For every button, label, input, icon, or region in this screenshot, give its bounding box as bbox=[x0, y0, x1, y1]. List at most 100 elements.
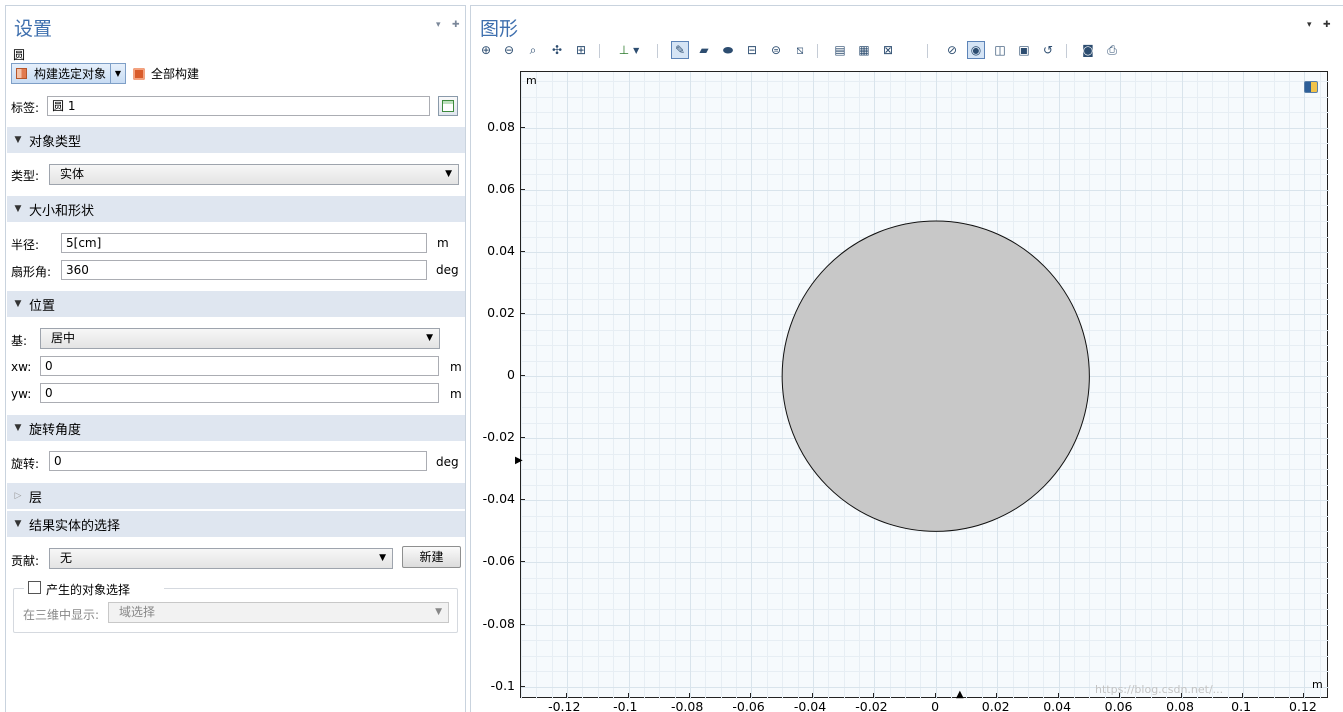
collapse-arrow-icon: ▼ bbox=[14, 135, 22, 145]
y-axis-marker-icon: ▶ bbox=[515, 455, 523, 466]
corner-unit-top: m bbox=[526, 74, 537, 87]
build-all-icon bbox=[133, 67, 145, 80]
pin-icon[interactable]: ✚ bbox=[452, 20, 460, 30]
select-objects-icon[interactable]: ✎ bbox=[671, 41, 689, 59]
x-tick-label: 0.06 bbox=[1104, 699, 1133, 712]
xw-unit: m bbox=[450, 360, 462, 374]
select-domains-icon[interactable]: ▰ bbox=[695, 41, 713, 59]
show-in-3d-label: 在三维中显示: bbox=[23, 608, 100, 622]
section-size-shape[interactable]: ▼ 大小和形状 bbox=[7, 196, 465, 222]
build-geometry-icon[interactable]: ▤ bbox=[831, 41, 849, 59]
base-select-value: 居中 bbox=[51, 331, 76, 345]
y-tick-mark bbox=[520, 313, 525, 315]
clear-selection-icon[interactable]: ⧅ bbox=[791, 41, 809, 59]
yw-unit: m bbox=[450, 387, 462, 401]
section-position[interactable]: ▼ 位置 bbox=[7, 291, 465, 317]
new-button[interactable]: 新建 bbox=[402, 546, 461, 568]
build-selected-button[interactable]: 构建选定对象 ▼ bbox=[11, 63, 126, 84]
build-all-button[interactable]: 全部构建 bbox=[133, 63, 199, 84]
select-boundaries-icon[interactable]: ⬬ bbox=[719, 41, 737, 59]
type-select[interactable]: 实体 ▼ bbox=[49, 164, 459, 185]
zoom-extents-icon[interactable]: ⊞ bbox=[572, 41, 590, 59]
zoom-out-icon[interactable]: ⊖ bbox=[500, 41, 518, 59]
label-field-label: 标签: bbox=[11, 101, 40, 115]
y-tick-label: 0.06 bbox=[487, 180, 515, 196]
panel-menu-icon[interactable]: ▾ bbox=[1307, 20, 1312, 30]
build-selected-icon bbox=[16, 68, 27, 79]
transparency-icon[interactable]: ▣ bbox=[1015, 41, 1033, 59]
xw-input[interactable]: 0 bbox=[40, 356, 439, 376]
base-select[interactable]: 居中 ▼ bbox=[40, 328, 440, 349]
chevron-down-icon: ▼ bbox=[445, 169, 452, 179]
y-tick-mark bbox=[520, 561, 525, 563]
geometry-canvas[interactable] bbox=[520, 71, 1329, 699]
object-name: 圆 bbox=[13, 48, 26, 62]
radius-input[interactable]: 5[cm] bbox=[61, 233, 427, 253]
contribute-label: 贡献: bbox=[11, 554, 40, 568]
camera-icon[interactable]: ◙ bbox=[1079, 41, 1097, 59]
comment-icon[interactable] bbox=[438, 96, 458, 116]
view-box-icon[interactable] bbox=[1304, 81, 1318, 93]
type-select-value: 实体 bbox=[60, 167, 85, 181]
x-tick-mark bbox=[996, 693, 998, 698]
x-tick-mark bbox=[566, 693, 568, 698]
y-tick-mark bbox=[520, 188, 525, 190]
y-tick-mark bbox=[520, 623, 525, 625]
section-object-type-title: 对象类型 bbox=[29, 134, 82, 150]
section-result-selection[interactable]: ▼ 结果实体的选择 bbox=[7, 511, 465, 537]
contribute-select[interactable]: 无 ▼ bbox=[49, 548, 393, 569]
y-tick-mark bbox=[520, 437, 525, 439]
zoom-selected-icon[interactable]: ✣ bbox=[548, 41, 566, 59]
corner-unit-bottom: m bbox=[1312, 678, 1323, 691]
label-input[interactable]: 圆 1 bbox=[47, 96, 430, 116]
settings-title: 设置 bbox=[14, 18, 53, 40]
panel-menu-icon[interactable]: ▾ bbox=[436, 20, 441, 30]
build-all-label: 全部构建 bbox=[151, 67, 200, 81]
sector-angle-input[interactable]: 360 bbox=[61, 260, 427, 280]
rotation-label: 旋转: bbox=[11, 457, 40, 471]
zoom-in-icon[interactable]: ⊕ bbox=[477, 41, 495, 59]
y-tick-label: 0 bbox=[507, 367, 515, 383]
section-layers[interactable]: ▷ 层 bbox=[7, 483, 465, 509]
watermark: https://blog.csdn.net/... bbox=[1095, 683, 1224, 696]
section-result-selection-title: 结果实体的选择 bbox=[29, 518, 121, 534]
sector-angle-unit: deg bbox=[436, 263, 459, 277]
y-tick-label: -0.02 bbox=[482, 429, 515, 445]
x-tick-label: -0.04 bbox=[793, 699, 827, 712]
section-rotation-angle[interactable]: ▼ 旋转角度 bbox=[7, 415, 465, 441]
zoom-box-icon[interactable]: ⌕ bbox=[524, 41, 542, 59]
axis-orientation-icon[interactable]: ⊥ ▼ bbox=[611, 41, 647, 59]
reset-view-icon[interactable]: ↺ bbox=[1039, 41, 1057, 59]
x-tick-mark bbox=[1241, 693, 1243, 698]
x-tick-mark bbox=[1180, 693, 1182, 698]
section-object-type[interactable]: ▼ 对象类型 bbox=[7, 127, 465, 153]
measure-icon[interactable]: ⊠ bbox=[879, 41, 897, 59]
delete-icon[interactable]: ▦ bbox=[855, 41, 873, 59]
section-rotation-title: 旋转角度 bbox=[29, 422, 82, 438]
graphics-title: 图形 bbox=[480, 18, 519, 40]
x-axis-marker-icon: ▲ bbox=[956, 689, 964, 700]
toolbar-separator bbox=[1066, 44, 1067, 58]
yw-input[interactable]: 0 bbox=[40, 383, 439, 403]
chevron-down-icon[interactable]: ▼ bbox=[110, 64, 125, 83]
x-tick-mark bbox=[1119, 693, 1121, 698]
resulting-selection-checkbox[interactable] bbox=[28, 581, 41, 594]
collapse-arrow-icon: ▼ bbox=[14, 519, 22, 529]
section-layers-title: 层 bbox=[29, 490, 43, 506]
x-tick-mark bbox=[1303, 693, 1305, 698]
y-tick-mark bbox=[520, 251, 525, 253]
show-in-3d-select[interactable]: 域选择 ▼ bbox=[108, 602, 449, 623]
y-tick-mark bbox=[520, 126, 525, 128]
y-tick-label: 0.02 bbox=[487, 305, 515, 321]
hide-icon[interactable]: ⊘ bbox=[943, 41, 961, 59]
show-in-3d-value: 域选择 bbox=[119, 605, 156, 619]
print-icon[interactable]: ⎙ bbox=[1103, 41, 1121, 59]
y-tick-label: -0.08 bbox=[482, 615, 515, 631]
select-edges-icon[interactable]: ⊟ bbox=[743, 41, 761, 59]
circle-geometry[interactable] bbox=[781, 220, 1090, 532]
show-all-icon[interactable]: ◉ bbox=[967, 41, 985, 59]
select-points-icon[interactable]: ⊜ bbox=[767, 41, 785, 59]
wireframe-icon[interactable]: ◫ bbox=[991, 41, 1009, 59]
rotation-input[interactable]: 0 bbox=[49, 451, 427, 471]
pin-icon[interactable]: ✚ bbox=[1323, 20, 1331, 30]
